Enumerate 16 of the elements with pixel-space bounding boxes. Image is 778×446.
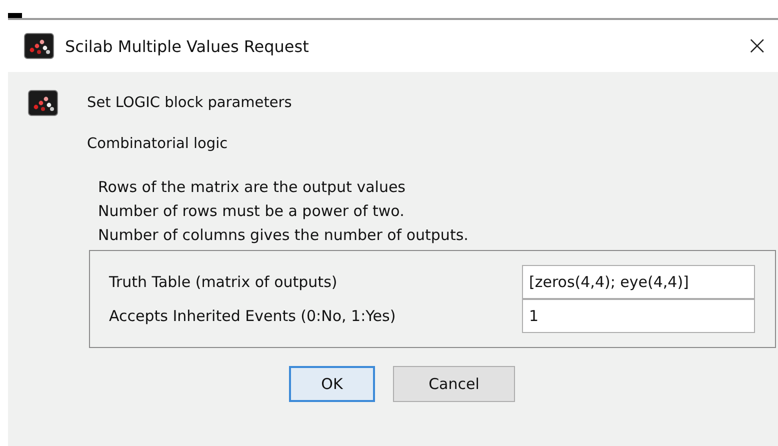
close-button[interactable]: × (740, 33, 774, 59)
cancel-button[interactable]: Cancel (393, 366, 515, 402)
app-logo-icon (24, 33, 54, 59)
dialog-heading: Set LOGIC block parameters (87, 95, 292, 111)
window-title: Scilab Multiple Values Request (65, 36, 310, 56)
ok-button[interactable]: OK (289, 366, 375, 402)
field-label: Accepts Inherited Events (0:No, 1:Yes) (109, 307, 397, 325)
field-label: Truth Table (matrix of outputs) (109, 273, 338, 291)
input-field[interactable]: [zeros(4,4); eye(4,4)] (522, 265, 755, 299)
description-line: Number of rows must be a power of two. (98, 201, 406, 222)
description-line: Number of columns gives the number of outputs. (98, 225, 470, 246)
input-field[interactable]: 1 (522, 299, 755, 333)
dialog-subtitle: Combinatorial logic (87, 136, 229, 152)
background-window-mark (8, 13, 22, 18)
description-line: Rows of the matrix are the output values (98, 177, 406, 198)
app-logo-icon (28, 90, 58, 116)
